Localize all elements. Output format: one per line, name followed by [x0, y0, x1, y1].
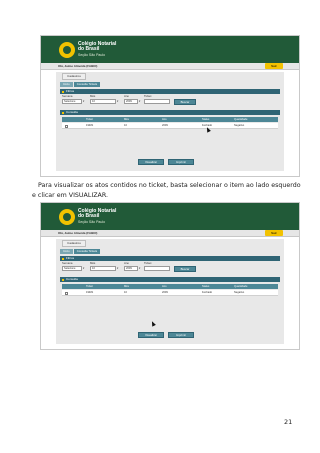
- user-bar: Olá, Jaime Almeida (FABIO) Sair: [41, 63, 299, 70]
- page-number: 21: [284, 418, 293, 426]
- ticket-input[interactable]: [144, 99, 170, 104]
- col-status: Status: [202, 285, 210, 288]
- row-select-checkbox[interactable]: [65, 291, 68, 295]
- ano-chevron-icon: ▾: [139, 100, 141, 103]
- filter-form: Semana Selecione ▾ Mês 10 ▾ Ano 2009 ▾ T…: [62, 95, 278, 108]
- main-content: Cadastros Início Consulta Tickets Filtro…: [56, 239, 284, 344]
- ano-label: Ano: [124, 261, 129, 265]
- col-ticket: Ticket: [86, 285, 93, 288]
- user-greeting: Olá, Jaime Almeida (FABIO): [58, 64, 98, 68]
- menu-tab-cadastros[interactable]: Cadastros: [62, 240, 86, 247]
- site-header: Colégio Notarial do Brasil Seção São Pau…: [41, 36, 299, 63]
- col-mes: Mês: [124, 285, 129, 288]
- visualizar-button[interactable]: Visualizar: [138, 159, 164, 165]
- logo: Colégio Notarial do Brasil Seção São Pau…: [59, 40, 116, 59]
- cell-quantidade: Negativo: [234, 124, 245, 127]
- cell-mes: 10: [124, 124, 127, 127]
- cell-ano: 2009: [162, 124, 168, 127]
- breadcrumb: Início Consulta Tickets: [60, 82, 101, 87]
- cell-ano: 2009: [162, 291, 168, 294]
- col-quantidade: Quantidade: [234, 118, 248, 121]
- logout-button[interactable]: Sair: [265, 230, 283, 236]
- breadcrumb-home[interactable]: Início: [60, 82, 73, 87]
- ano-chevron-icon: ▾: [139, 267, 141, 270]
- semana-chevron-icon: ▾: [83, 100, 85, 103]
- breadcrumb-current[interactable]: Consulta Tickets: [73, 249, 101, 254]
- semana-select[interactable]: Selecione: [62, 266, 82, 271]
- semana-chevron-icon: ▾: [83, 267, 85, 270]
- user-bar: Olá, Jaime Almeida (FABIO) Sair: [41, 230, 299, 237]
- semana-label: Semana: [62, 261, 73, 265]
- instruction-text: Para visualizar os atos contidos no tick…: [32, 182, 301, 199]
- imprimir-button[interactable]: Imprimir: [168, 159, 194, 165]
- cell-status: Fechado: [202, 291, 213, 294]
- screenshot-ticket-query-1: Colégio Notarial do Brasil Seção São Pau…: [40, 35, 300, 177]
- mes-select[interactable]: 10: [90, 266, 116, 271]
- mes-label: Mês: [90, 261, 96, 265]
- screenshot-ticket-query-2: Colégio Notarial do Brasil Seção São Pau…: [40, 202, 300, 350]
- main-content: Cadastros Início Consulta Tickets Filtro…: [56, 72, 284, 171]
- ano-select[interactable]: 2009: [124, 99, 138, 104]
- mouse-cursor-icon: [150, 320, 156, 327]
- ticket-label: Ticket: [144, 261, 152, 265]
- table-row[interactable]: 19481 10 2009 Fechado Negativo: [62, 123, 278, 129]
- breadcrumb-current[interactable]: Consulta Tickets: [73, 82, 101, 87]
- table-header: Ticket Mês Ano Status Quantidade: [62, 284, 278, 289]
- breadcrumb-home[interactable]: Início: [60, 249, 73, 254]
- menu-tab-cadastros[interactable]: Cadastros: [62, 73, 86, 80]
- row-select-checkbox[interactable]: [65, 124, 68, 128]
- cell-quantidade: Negativo: [234, 291, 245, 294]
- table-header: Ticket Mês Ano Status Quantidade: [62, 117, 278, 122]
- ticket-label: Ticket: [144, 94, 152, 98]
- ticket-input[interactable]: [144, 266, 170, 271]
- action-bar: Visualizar Imprimir: [56, 332, 284, 339]
- table-row[interactable]: 19481 10 2009 Fechado Negativo: [62, 290, 278, 296]
- ano-label: Ano: [124, 94, 129, 98]
- visualizar-button[interactable]: Visualizar: [138, 332, 164, 338]
- action-bar: Visualizar Imprimir: [56, 159, 284, 166]
- cell-ticket: 19481: [86, 291, 94, 294]
- col-mes: Mês: [124, 118, 129, 121]
- logo-text: Colégio Notarial do Brasil Seção São Pau…: [78, 40, 117, 57]
- col-ano: Ano: [162, 118, 167, 121]
- mes-chevron-icon: ▾: [117, 100, 119, 103]
- cell-ticket: 19481: [86, 124, 94, 127]
- search-button[interactable]: Buscar: [174, 99, 196, 105]
- mes-chevron-icon: ▾: [117, 267, 119, 270]
- site-header: Colégio Notarial do Brasil Seção São Pau…: [41, 203, 299, 230]
- search-button[interactable]: Buscar: [174, 266, 196, 272]
- semana-select[interactable]: Selecione: [62, 99, 82, 104]
- filter-form: Semana Selecione ▾ Mês 10 ▾ Ano 2009 ▾ T…: [62, 262, 278, 275]
- user-greeting: Olá, Jaime Almeida (FABIO): [58, 231, 98, 235]
- logo: Colégio Notarial do Brasil Seção São Pau…: [59, 207, 116, 226]
- col-status: Status: [202, 118, 210, 121]
- result-panel-header: Consulta: [60, 277, 280, 282]
- logo-seal-icon: [59, 208, 75, 225]
- result-panel-header: Consulta: [60, 110, 280, 115]
- cell-mes: 10: [124, 291, 127, 294]
- mes-label: Mês: [90, 94, 96, 98]
- semana-label: Semana: [62, 94, 73, 98]
- logo-seal-icon: [59, 41, 75, 58]
- logo-text: Colégio Notarial do Brasil Seção São Pau…: [78, 207, 117, 224]
- imprimir-button[interactable]: Imprimir: [168, 332, 194, 338]
- breadcrumb: Início Consulta Tickets: [60, 249, 101, 254]
- col-ano: Ano: [162, 285, 167, 288]
- ano-select[interactable]: 2009: [124, 266, 138, 271]
- col-quantidade: Quantidade: [234, 285, 248, 288]
- col-ticket: Ticket: [86, 118, 93, 121]
- mes-select[interactable]: 10: [90, 99, 116, 104]
- logout-button[interactable]: Sair: [265, 63, 283, 69]
